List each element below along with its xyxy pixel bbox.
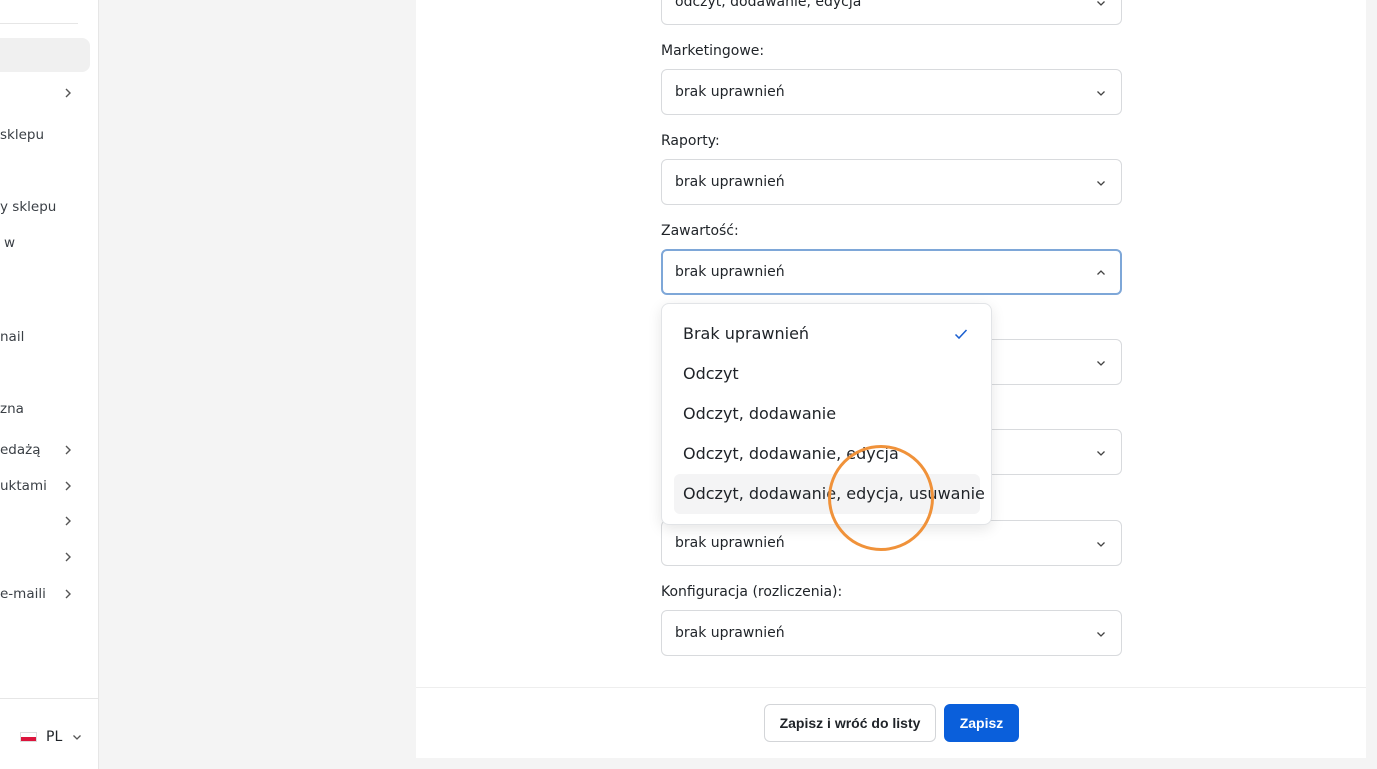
chevron-down-icon xyxy=(1097,632,1105,637)
footer-divider xyxy=(416,687,1366,688)
marketing-select[interactable]: brak uprawnień xyxy=(661,69,1122,115)
reports-select[interactable]: brak uprawnień xyxy=(661,159,1122,205)
chevron-down-icon xyxy=(73,735,82,740)
sidebar-item[interactable]: uktami xyxy=(0,474,98,498)
sidebar-divider xyxy=(0,23,78,24)
sidebar-item[interactable]: e-maili xyxy=(0,582,98,606)
sidebar-item[interactable]: nail xyxy=(0,325,98,349)
sidebar-item[interactable]: sklepu xyxy=(0,123,98,147)
sidebar-item[interactable]: w xyxy=(0,231,98,255)
permission-select[interactable]: odczyt, dodawanie, edycja xyxy=(661,0,1122,25)
chevron-down-icon xyxy=(1097,91,1105,96)
marketing-label: Marketingowe: xyxy=(661,43,765,59)
option-no-permissions[interactable]: Brak uprawnień xyxy=(674,314,980,354)
chevron-up-icon xyxy=(1097,270,1105,275)
sidebar: sklepu y sklepu w nail zna edażą uktami … xyxy=(0,0,99,769)
scrollbar[interactable] xyxy=(1366,0,1377,769)
chevron-right-icon xyxy=(65,445,71,455)
chevron-down-icon xyxy=(1097,451,1105,456)
chevron-down-icon xyxy=(1097,361,1105,366)
sidebar-item[interactable]: zna xyxy=(0,397,98,421)
reports-label: Raporty: xyxy=(661,133,720,149)
chevron-right-icon xyxy=(65,552,71,562)
permission-select[interactable]: brak uprawnień xyxy=(661,520,1122,566)
check-icon xyxy=(954,329,968,340)
save-button[interactable]: Zapisz xyxy=(944,704,1019,742)
option-read-add[interactable]: Odczyt, dodawanie xyxy=(674,394,980,434)
sidebar-item[interactable] xyxy=(0,545,98,569)
chevron-right-icon xyxy=(65,481,71,491)
option-read[interactable]: Odczyt xyxy=(674,354,980,394)
sidebar-item[interactable]: y sklepu xyxy=(0,195,98,219)
sidebar-item[interactable] xyxy=(0,81,98,105)
option-read-add-edit[interactable]: Odczyt, dodawanie, edycja xyxy=(674,434,980,474)
content-label: Zawartość: xyxy=(661,223,739,239)
chevron-down-icon xyxy=(1097,542,1105,547)
sidebar-item[interactable]: edażą xyxy=(0,438,98,462)
sidebar-active-item[interactable] xyxy=(0,38,90,72)
chevron-down-icon xyxy=(1097,1,1105,6)
poland-flag-icon xyxy=(20,732,37,742)
content-select[interactable]: brak uprawnień xyxy=(661,249,1122,295)
option-read-add-edit-delete[interactable]: Odczyt, dodawanie, edycja, usuwanie xyxy=(674,474,985,514)
chevron-down-icon xyxy=(1097,181,1105,186)
sidebar-item[interactable] xyxy=(0,509,98,533)
chevron-right-icon xyxy=(65,516,71,526)
chevron-right-icon xyxy=(65,589,71,599)
billing-config-label: Konfiguracja (rozliczenia): xyxy=(661,584,843,600)
sidebar-divider xyxy=(0,698,98,699)
language-code: PL xyxy=(46,729,63,745)
billing-config-select[interactable]: brak uprawnień xyxy=(661,610,1122,656)
permission-dropdown: Brak uprawnień Odczyt Odczyt, dodawanie … xyxy=(661,303,992,525)
chevron-right-icon xyxy=(65,88,71,98)
save-and-back-button[interactable]: Zapisz i wróć do listy xyxy=(764,704,936,742)
language-switcher[interactable]: PL xyxy=(20,726,82,748)
